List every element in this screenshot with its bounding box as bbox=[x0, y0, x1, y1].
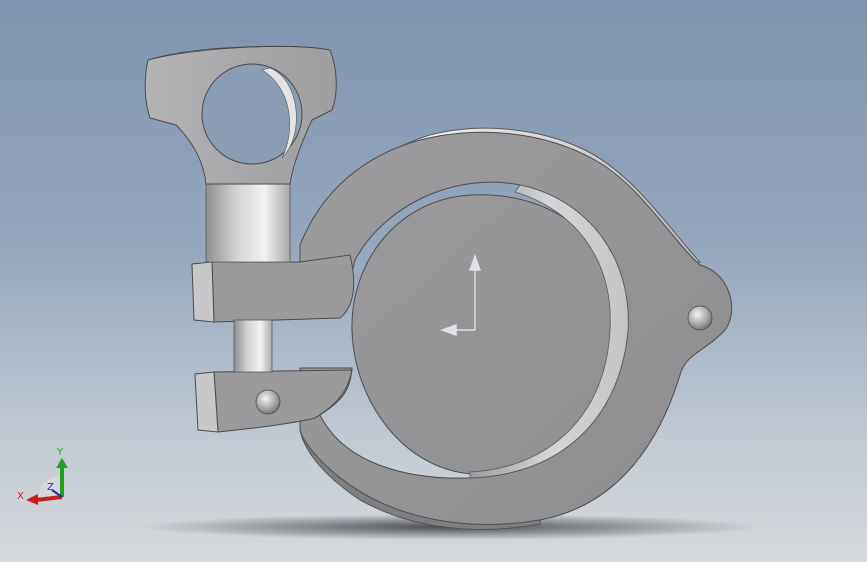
hinge-pin-right bbox=[687, 305, 713, 331]
hinge-pin-left bbox=[255, 389, 281, 415]
bolt-stem bbox=[205, 181, 291, 263]
clamp-upper-ear-side bbox=[191, 261, 215, 323]
clamp-upper-ear bbox=[211, 254, 355, 323]
graphics-viewport[interactable]: Y X Z bbox=[0, 0, 867, 562]
model-scene[interactable]: Y X Z bbox=[0, 0, 867, 562]
triad-x-axis bbox=[35, 495, 63, 502]
clamp-lower-ear-side bbox=[194, 371, 219, 433]
triad-y-arrow-icon bbox=[56, 458, 68, 468]
triad-x-arrow-icon bbox=[26, 494, 38, 505]
triad-y-label: Y bbox=[56, 447, 64, 458]
view-triad[interactable]: Y X Z bbox=[17, 447, 68, 505]
wing-nut-bolt[interactable] bbox=[144, 45, 337, 373]
triad-z-label: Z bbox=[47, 482, 54, 493]
triad-x-label: X bbox=[17, 491, 24, 502]
clamp-lower-ear bbox=[213, 369, 353, 433]
bolt-lower-rod bbox=[233, 319, 273, 373]
